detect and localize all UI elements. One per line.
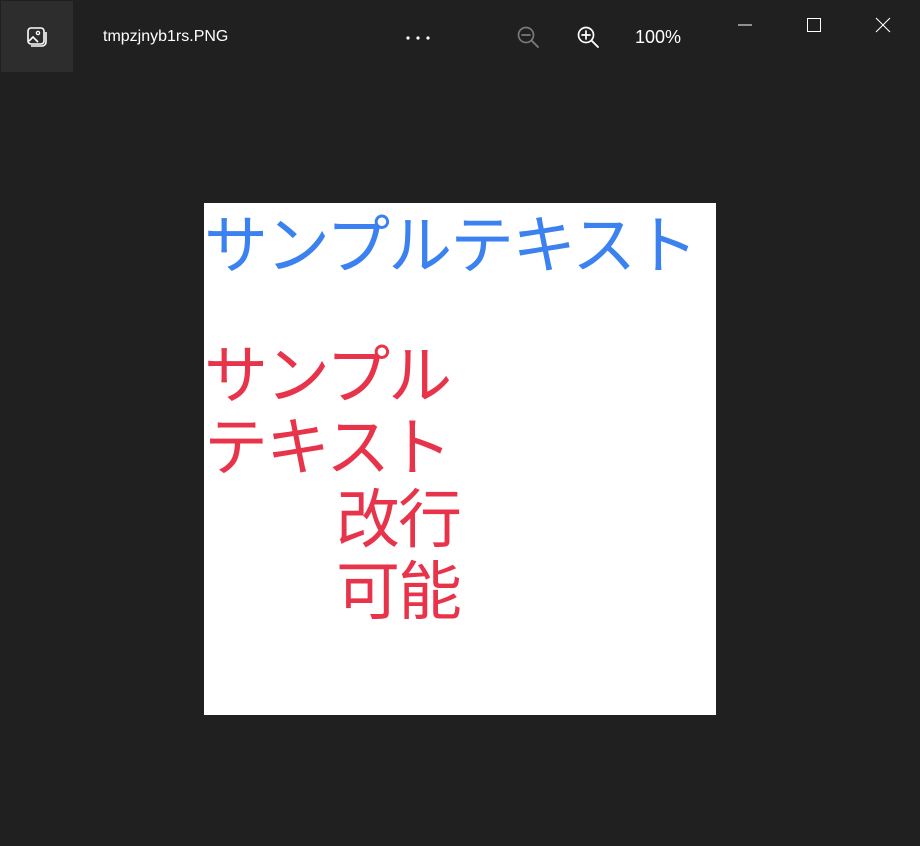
app-menu-button[interactable] [1, 1, 73, 72]
image-text-single-line: サンプルテキスト [204, 210, 698, 284]
maximize-button[interactable] [791, 8, 837, 42]
more-options-icon [406, 36, 430, 40]
more-options-button[interactable] [398, 24, 438, 52]
photo-viewer-window: tmpzjnyb1rs.PNG 100% サンプルテキスト サンプル テキスト … [0, 0, 920, 846]
image-text-wrapped: サンプル テキスト 改行 可能 [204, 340, 462, 630]
photos-app-icon [27, 26, 47, 47]
close-button[interactable] [860, 8, 906, 42]
file-name: tmpzjnyb1rs.PNG [103, 28, 229, 45]
image-text-line: 可能 [336, 556, 462, 630]
maximize-icon [807, 18, 821, 32]
zoom-out-icon [517, 26, 539, 48]
minimize-icon [738, 24, 752, 26]
image-text-line: サンプル [204, 340, 452, 414]
close-icon [875, 17, 891, 33]
zoom-in-icon [577, 26, 599, 48]
zoom-out-button[interactable] [513, 22, 543, 52]
image-text-line: テキスト [204, 412, 452, 486]
image-text-line: 改行 [336, 484, 462, 558]
displayed-image: サンプルテキスト サンプル テキスト 改行 可能 [204, 203, 716, 715]
minimize-button[interactable] [722, 8, 768, 42]
zoom-level-label[interactable]: 100% [635, 26, 681, 48]
zoom-in-button[interactable] [573, 22, 603, 52]
title-bar: tmpzjnyb1rs.PNG 100% [0, 0, 920, 72]
